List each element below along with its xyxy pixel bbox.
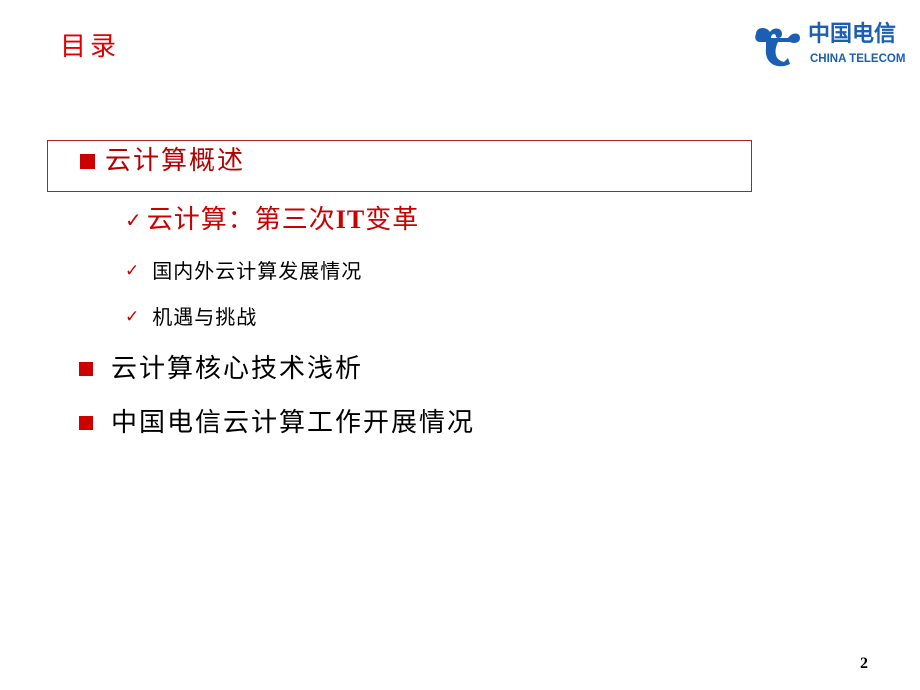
- subitem-label: 机遇与挑战: [152, 305, 258, 329]
- subitem-label: 国内外云计算发展情况: [152, 259, 363, 283]
- section-item-core-technologies[interactable]: 云计算核心技术浅析: [79, 356, 363, 382]
- subitem-label-it: IT: [335, 205, 366, 234]
- checkmark-icon: ✓: [125, 260, 141, 281]
- china-telecom-logo: 中国电信 CHINA TELECOM: [752, 22, 912, 74]
- checkmark-icon: ✓: [125, 306, 141, 327]
- slide-title: 目录: [60, 32, 121, 62]
- section-item-china-telecom-work[interactable]: 中国电信云计算工作开展情况: [79, 410, 475, 436]
- subitem-label-suffix: 变革: [365, 205, 420, 235]
- square-bullet-icon: [79, 362, 93, 376]
- china-telecom-logo-icon: [755, 28, 800, 67]
- subitem-third-it-revolution[interactable]: ✓ 云计算：第三次 IT 变革: [125, 205, 420, 235]
- checkmark-icon: ✓: [125, 208, 143, 232]
- section-label: 云计算核心技术浅析: [111, 354, 364, 384]
- section-item-cloud-overview[interactable]: 云计算概述: [80, 148, 245, 174]
- section-label: 中国电信云计算工作开展情况: [111, 408, 476, 438]
- subitem-domestic-foreign-development[interactable]: ✓ 国内外云计算发展情况: [125, 261, 362, 281]
- page-number: 2: [860, 655, 868, 672]
- square-bullet-icon: [79, 416, 93, 430]
- logo-name-en: CHINA TELECOM: [810, 53, 906, 65]
- square-bullet-icon: [80, 153, 95, 169]
- subitem-opportunities-challenges[interactable]: ✓ 机遇与挑战: [125, 307, 257, 327]
- logo-name-cn: 中国电信: [808, 22, 897, 47]
- subitem-label-prefix: 云计算：第三次: [146, 205, 336, 235]
- section-label: 云计算概述: [105, 146, 246, 176]
